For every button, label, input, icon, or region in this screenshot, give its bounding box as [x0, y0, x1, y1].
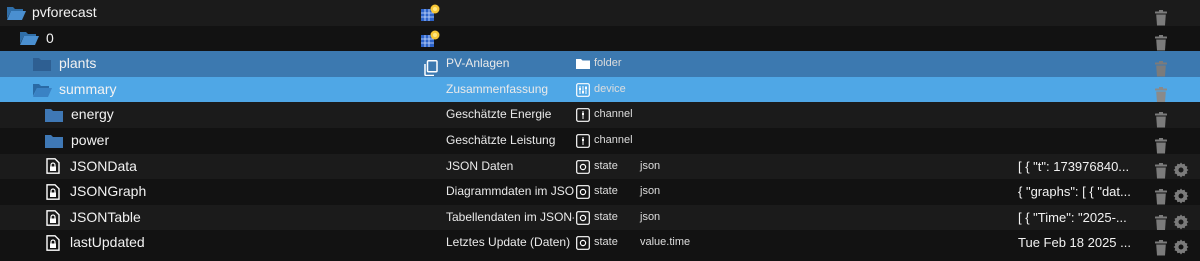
row-type: channel	[594, 108, 633, 121]
tree-row-jsontable[interactable]: JSONTable Tabellendaten im JSON-... stat…	[0, 204, 1200, 231]
folder-icon[interactable]	[44, 128, 64, 154]
tree-row-jsondata[interactable]: JSONData JSON Daten state json [ { "t": …	[0, 153, 1200, 180]
folder-open-icon[interactable]	[6, 0, 26, 26]
channel-icon	[576, 134, 590, 148]
solar-panel-icon	[419, 29, 441, 49]
state-icon	[576, 236, 590, 251]
object-tree: pvforecast 0 plants PV-Anlagen folder su…	[0, 0, 1200, 260]
row-value[interactable]: { "graphs": [ { "dat...	[1018, 179, 1131, 205]
row-type: folder	[594, 57, 622, 70]
row-description: Diagrammdaten im JSO...	[446, 184, 574, 199]
state-icon	[576, 185, 590, 200]
row-description: Zusammenfassung	[446, 81, 549, 96]
row-type: state	[594, 236, 618, 249]
row-name: plants	[59, 55, 97, 72]
folder-icon[interactable]	[44, 102, 64, 128]
tree-row-0[interactable]: 0	[0, 25, 1200, 52]
row-name: JSONData	[70, 157, 137, 174]
file-lock-icon	[46, 205, 60, 231]
tree-row-jsongraph[interactable]: JSONGraph Diagrammdaten im JSO... state …	[0, 179, 1200, 205]
row-value[interactable]: Tue Feb 18 2025 ...	[1018, 230, 1131, 256]
tree-row-energy[interactable]: energy Geschätzte Energie channel	[0, 102, 1200, 128]
row-type: channel	[594, 133, 633, 146]
row-type: state	[594, 159, 618, 172]
row-name: energy	[71, 106, 114, 123]
tree-row-plants[interactable]: plants PV-Anlagen folder	[0, 51, 1200, 77]
channel-icon	[576, 108, 590, 123]
row-type: device	[594, 82, 626, 95]
tree-row-lastupdated[interactable]: lastUpdated Letztes Update (Daten) state…	[0, 230, 1200, 256]
row-type: state	[594, 210, 618, 223]
folder-open-icon[interactable]	[19, 26, 39, 52]
row-name: power	[71, 131, 110, 148]
row-name: JSONGraph	[70, 183, 147, 200]
row-name: 0	[46, 29, 54, 46]
row-role: json	[640, 159, 661, 172]
row-type: state	[594, 185, 618, 198]
file-lock-icon	[46, 230, 60, 256]
row-value[interactable]: [ { "t": 173976840...	[1018, 154, 1129, 180]
row-role: value.time	[640, 236, 691, 249]
row-value[interactable]: [ { "Time": "2025-...	[1018, 205, 1127, 231]
row-description: Geschätzte Leistung	[446, 132, 556, 147]
tree-row-power[interactable]: power Geschätzte Leistung channel	[0, 127, 1200, 154]
tree-row-pvforecast[interactable]: pvforecast	[0, 0, 1200, 26]
folder-open-icon[interactable]	[32, 77, 52, 103]
device-icon	[576, 82, 590, 97]
row-description: JSON Daten	[446, 158, 514, 173]
file-lock-icon	[46, 179, 60, 205]
tree-row-summary[interactable]: summary Zusammenfassung device	[0, 76, 1200, 103]
folder-icon[interactable]	[32, 51, 52, 77]
folder-icon	[576, 57, 590, 71]
row-description: Tabellendaten im JSON-...	[446, 209, 574, 224]
row-name: lastUpdated	[70, 234, 145, 251]
row-role: json	[640, 210, 661, 223]
trash-icon[interactable]	[1155, 235, 1169, 261]
row-name: pvforecast	[32, 4, 97, 20]
row-description: Geschätzte Energie	[446, 107, 552, 122]
row-role: json	[640, 185, 661, 198]
row-description: PV-Anlagen	[446, 56, 510, 71]
row-name: summary	[59, 80, 117, 97]
state-icon	[576, 210, 590, 225]
row-name: JSONTable	[70, 208, 141, 225]
row-description: Letztes Update (Daten)	[446, 235, 571, 250]
solar-panel-icon	[419, 3, 441, 23]
file-lock-icon	[46, 154, 60, 180]
state-icon	[576, 159, 590, 174]
gear-icon[interactable]	[1173, 234, 1189, 260]
